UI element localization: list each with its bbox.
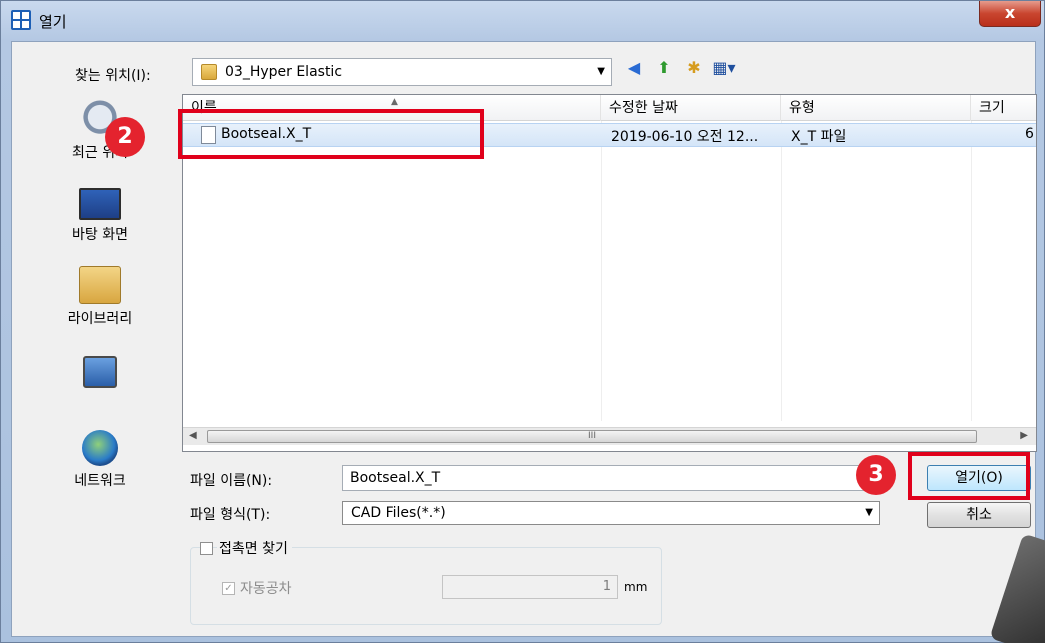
file-type-select[interactable]: CAD Files(*.*) ▼ — [342, 501, 880, 525]
place-label-desktop: 바탕 화면 — [72, 227, 128, 243]
new-folder-icon[interactable]: ✱ — [682, 56, 706, 80]
app-grid-icon — [11, 10, 31, 30]
network-globe-icon — [82, 430, 118, 466]
step-badge-2: 2 — [105, 117, 145, 157]
look-in-label: 찾는 위치(I): — [75, 68, 151, 84]
chevron-down-icon: ▼ — [597, 66, 605, 77]
cancel-button[interactable]: 취소 — [927, 502, 1031, 528]
up-folder-icon[interactable]: ⬆ — [652, 56, 676, 80]
place-label-network: 네트워크 — [74, 473, 126, 489]
column-divider — [781, 121, 782, 421]
highlight-file-row — [178, 109, 484, 159]
file-name-label: 파일 이름(N): — [190, 473, 273, 489]
place-library[interactable]: 라이브러리 — [22, 266, 178, 328]
place-desktop[interactable]: 바탕 화면 — [22, 188, 178, 244]
chevron-down-icon: ▼ — [865, 507, 873, 518]
column-header-type[interactable]: 유형 — [781, 95, 971, 121]
dialog-body: 찾는 위치(I): 03_Hyper Elastic ▼ ◀ ⬆ ✱ ▦▾ 최근… — [11, 41, 1037, 637]
scrollbar-thumb[interactable]: III — [207, 430, 977, 443]
view-menu-icon[interactable]: ▦▾ — [712, 56, 736, 80]
scroll-left-icon[interactable]: ◀ — [189, 430, 197, 441]
file-size: 6 — [1025, 126, 1034, 142]
library-icon — [79, 266, 121, 304]
file-type: X_T 파일 — [791, 129, 847, 145]
auto-tolerance-checkbox[interactable]: ✓ — [222, 582, 235, 595]
places-bar: 최근 위치 바탕 화면 라이브러리 네트워크 — [22, 94, 178, 514]
column-header-date[interactable]: 수정한 날짜 — [601, 95, 781, 121]
scroll-right-icon[interactable]: ▶ — [1020, 430, 1028, 441]
horizontal-scrollbar[interactable]: ◀ III ▶ — [183, 427, 1036, 445]
column-divider — [601, 121, 602, 421]
place-computer[interactable] — [22, 356, 178, 392]
place-recent[interactable]: 최근 위치 — [22, 100, 178, 162]
look-in-value: 03_Hyper Elastic — [225, 64, 343, 80]
close-button[interactable]: x — [979, 1, 1041, 27]
tolerance-unit: mm — [624, 580, 648, 594]
computer-icon — [83, 356, 117, 388]
file-type-value: CAD Files(*.*) — [351, 505, 446, 521]
highlight-open-button — [908, 452, 1030, 500]
open-dialog-window: 열기 x 찾는 위치(I): 03_Hyper Elastic ▼ ◀ ⬆ ✱ … — [0, 0, 1045, 643]
title-bar: 열기 x — [1, 1, 1044, 41]
tolerance-input[interactable]: 1 — [442, 575, 618, 599]
column-divider — [971, 121, 972, 421]
desktop-icon — [79, 188, 121, 220]
contact-search-checkbox[interactable] — [200, 542, 213, 555]
look-in-combobox[interactable]: 03_Hyper Elastic ▼ — [192, 58, 612, 86]
place-network[interactable]: 네트워크 — [22, 430, 178, 490]
window-title: 열기 — [39, 13, 67, 31]
place-label-recent: 최근 위치 — [72, 145, 128, 161]
column-header-size[interactable]: 크기 — [971, 95, 1036, 121]
place-label-library: 라이브러리 — [67, 311, 133, 327]
step-badge-3: 3 — [856, 455, 896, 495]
folder-icon — [201, 64, 217, 80]
contact-search-label: 접촉면 찾기 — [217, 538, 292, 558]
file-name-input[interactable] — [342, 465, 884, 491]
auto-tolerance-label: 자동공차 — [240, 581, 292, 597]
file-type-label: 파일 형식(T): — [190, 507, 271, 523]
file-date: 2019-06-10 오전 12... — [611, 129, 759, 145]
back-icon[interactable]: ◀ — [622, 56, 646, 80]
